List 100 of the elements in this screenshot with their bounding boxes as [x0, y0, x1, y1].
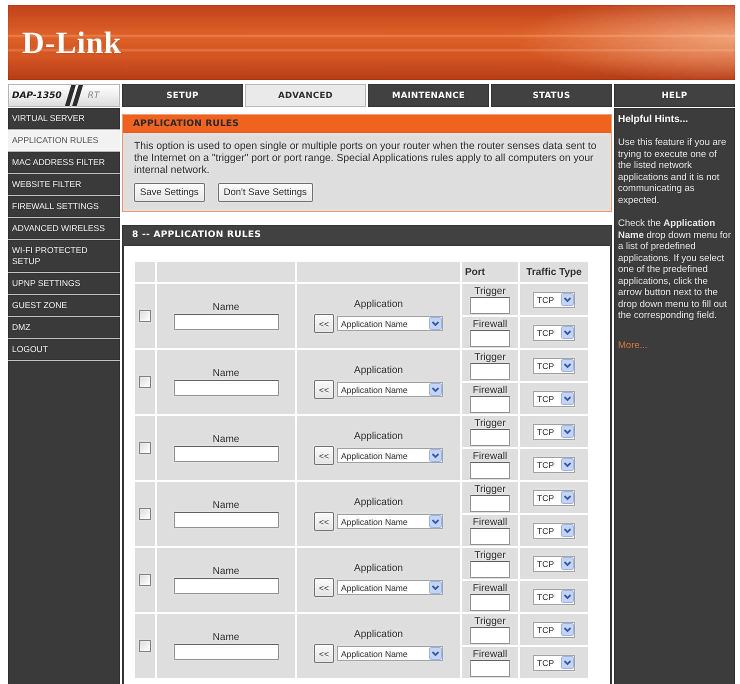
firewall-port-field[interactable]: [470, 462, 510, 478]
field-label: Name: [212, 500, 240, 511]
sidebar-link[interactable]: DMZ: [8, 317, 120, 339]
column-header: Traffic Type: [520, 262, 588, 282]
help-text: Check the Application Name drop down menu for a list of predefined applications. If you select one of the predefined applications, click the arrow button next to the drop down menu to fill out the corresponding field.: [618, 218, 732, 322]
protocol-dropdown[interactable]: TCP: [533, 556, 575, 572]
fill-button[interactable]: <<: [314, 578, 334, 597]
trigger-port-field[interactable]: [470, 428, 510, 446]
fill-button[interactable]: <<: [314, 446, 334, 465]
sidebar-link[interactable]: LOGOUT: [8, 339, 120, 361]
field-label: Application: [354, 629, 403, 640]
rule-checkbox[interactable]: [139, 508, 151, 520]
more-link[interactable]: More...: [618, 340, 648, 350]
fill-button[interactable]: <<: [314, 644, 334, 663]
protocol-dropdown[interactable]: TCP: [533, 456, 575, 472]
field-label: Application: [354, 365, 403, 376]
application-dropdown[interactable]: Application Name: [337, 580, 443, 595]
nav-tab[interactable]: ADVANCED: [245, 84, 366, 107]
help-title: Helpful Hints...: [618, 114, 689, 125]
fill-button[interactable]: <<: [314, 512, 334, 531]
fill-button[interactable]: <<: [314, 314, 334, 333]
protocol-dropdown[interactable]: TCP: [533, 654, 575, 670]
header-cell: [135, 262, 155, 282]
rule-checkbox[interactable]: [139, 376, 151, 388]
protocol-dropdown[interactable]: TCP: [533, 622, 575, 638]
settings-button[interactable]: Don't Save Settings: [218, 183, 313, 202]
rule-checkbox[interactable]: [139, 442, 151, 454]
sidebar-link[interactable]: APPLICATION RULES: [8, 130, 120, 152]
section-title: APPLICATION RULES: [123, 115, 611, 133]
field-label: Trigger: [474, 550, 506, 560]
field-label: Trigger: [474, 616, 506, 626]
sidebar-link[interactable]: WEBSITE FILTER: [8, 174, 120, 196]
model-suffix: RT: [88, 90, 100, 100]
application-dropdown[interactable]: Application Name: [337, 448, 443, 463]
field-label: Firewall: [472, 318, 508, 330]
trigger-port-field[interactable]: [470, 494, 510, 512]
protocol-dropdown[interactable]: TCP: [533, 522, 575, 538]
trigger-port-field[interactable]: [470, 362, 510, 380]
field-label: Name: [212, 566, 240, 577]
settings-button[interactable]: Save Settings: [134, 183, 205, 202]
protocol-dropdown[interactable]: TCP: [533, 324, 575, 340]
protocol-dropdown[interactable]: TCP: [533, 358, 575, 374]
application-dropdown[interactable]: Application Name: [337, 316, 443, 331]
application-dropdown[interactable]: Application Name: [337, 646, 443, 661]
firewall-port-field[interactable]: [470, 660, 510, 676]
firewall-port-field[interactable]: [470, 396, 510, 412]
name-field[interactable]: [174, 512, 278, 528]
name-field[interactable]: [174, 578, 278, 594]
field-label: Trigger: [474, 286, 506, 296]
field-label: Firewall: [472, 648, 508, 660]
nav-tab[interactable]: HELP: [614, 84, 735, 107]
logo-text: D-Link: [22, 24, 122, 60]
field-label: Name: [212, 368, 240, 379]
protocol-dropdown[interactable]: TCP: [533, 390, 575, 406]
application-dropdown[interactable]: Application Name: [337, 514, 443, 529]
field-label: Application: [354, 431, 403, 442]
sidebar-link[interactable]: GUEST ZONE: [8, 295, 120, 317]
field-label: Firewall: [472, 384, 508, 396]
trigger-port-field[interactable]: [470, 560, 510, 578]
rule-checkbox[interactable]: [139, 640, 151, 652]
firewall-port-field[interactable]: [470, 330, 510, 346]
field-label: Trigger: [474, 418, 506, 428]
protocol-dropdown[interactable]: TCP: [533, 588, 575, 604]
field-label: Name: [212, 302, 240, 313]
field-label: Application: [354, 299, 403, 310]
trigger-port-field[interactable]: [470, 626, 510, 644]
protocol-dropdown[interactable]: TCP: [533, 424, 575, 440]
column-header: Port: [462, 262, 518, 282]
rule-checkbox[interactable]: [139, 310, 151, 322]
field-label: Firewall: [472, 516, 508, 528]
sidebar-link[interactable]: ADVANCED WIRELESS: [8, 218, 120, 240]
fill-button[interactable]: <<: [314, 380, 334, 399]
name-field[interactable]: [174, 644, 278, 660]
help-text: Use this feature if you are trying to execute one of the listed network applications and it is not communicating as expected.: [618, 137, 728, 206]
protocol-dropdown[interactable]: TCP: [533, 292, 575, 308]
field-label: Trigger: [474, 352, 506, 362]
field-label: Firewall: [472, 582, 508, 594]
model-name: DAP-1350: [12, 90, 62, 100]
name-field[interactable]: [174, 446, 278, 462]
sidebar-link[interactable]: WI-FI PROTECTED SETUP: [8, 240, 120, 273]
sidebar-link[interactable]: UPNP SETTINGS: [8, 273, 120, 295]
sidebar-link[interactable]: MAC ADDRESS FILTER: [8, 152, 120, 174]
protocol-dropdown[interactable]: TCP: [533, 490, 575, 506]
sidebar-link[interactable]: FIREWALL SETTINGS: [8, 196, 120, 218]
application-dropdown[interactable]: Application Name: [337, 382, 443, 397]
field-label: Application: [354, 563, 403, 574]
field-label: Name: [212, 434, 240, 445]
trigger-port-field[interactable]: [470, 296, 510, 314]
rule-checkbox[interactable]: [139, 574, 151, 586]
name-field[interactable]: [174, 380, 278, 396]
firewall-port-field[interactable]: [470, 594, 510, 610]
field-label: Trigger: [474, 484, 506, 494]
name-field[interactable]: [174, 314, 278, 330]
field-label: Firewall: [472, 450, 508, 462]
nav-tab[interactable]: MAINTENANCE: [368, 84, 489, 107]
intro-text: This option is used to open single or multiple ports on your router when the router senses data sent to the Internet on a "trigger" port or port range. Special Applications rules apply to all computers on your internal network.: [134, 141, 598, 177]
double-slash-icon: [64, 85, 84, 106]
firewall-port-field[interactable]: [470, 528, 510, 544]
nav-tab[interactable]: STATUS: [491, 84, 612, 107]
nav-tab[interactable]: SETUP: [122, 84, 243, 107]
